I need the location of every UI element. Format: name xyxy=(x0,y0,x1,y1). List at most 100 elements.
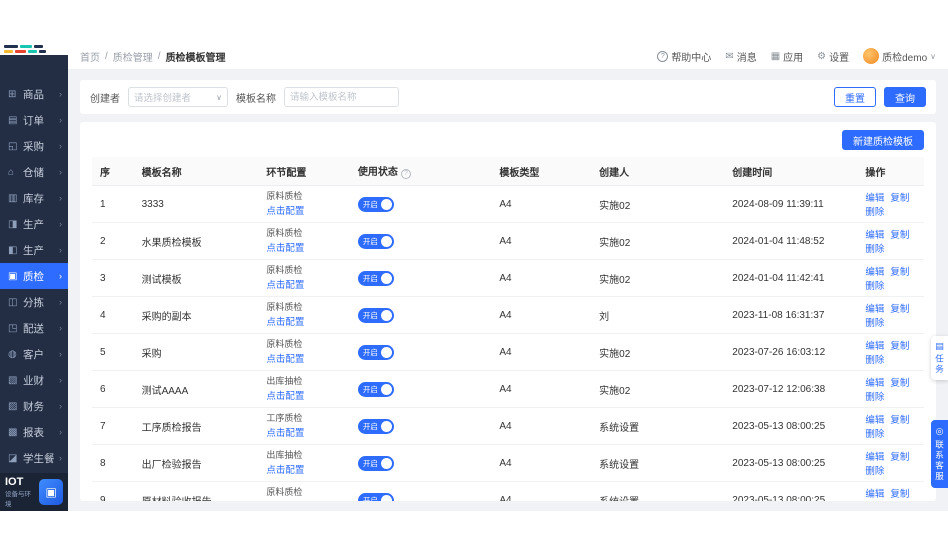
sidebar-item-orders[interactable]: ▤ 订单 › xyxy=(0,107,68,133)
configure-link[interactable]: 点击配置 xyxy=(266,317,304,328)
inspection-icon: ▣ xyxy=(8,270,18,282)
delete-link[interactable]: 删除 xyxy=(865,207,884,218)
edit-link[interactable]: 编辑 xyxy=(865,452,884,463)
created-time-cell: 2023-05-13 08:00:25 xyxy=(724,481,858,501)
help-center-label: 帮助中心 xyxy=(671,52,712,64)
status-toggle[interactable]: 开启 xyxy=(357,344,394,360)
sidebar-item-production[interactable]: ◨ 生产 › xyxy=(0,211,68,237)
creator-select[interactable]: 请选择创建者 ∨ xyxy=(128,87,228,107)
delete-link[interactable]: 删除 xyxy=(865,355,884,366)
configure-link[interactable]: 点击配置 xyxy=(266,391,304,402)
status-toggle[interactable]: 开启 xyxy=(357,270,394,286)
settings-button[interactable]: ⚙ 设置 xyxy=(817,49,849,64)
status-toggle[interactable]: 开启 xyxy=(357,307,394,323)
edit-link[interactable]: 编辑 xyxy=(865,193,884,204)
configure-link[interactable]: 点击配置 xyxy=(266,428,304,439)
sidebar-menu: ⊞ 商品 › ▤ 订单 › ◱ 采购 › ⌂ 仓储 › ▥ 库存 › ◨ 生产 … xyxy=(0,55,68,473)
stage-name: 原料质检 xyxy=(266,228,303,239)
production2-icon: ◧ xyxy=(8,244,18,256)
edit-link[interactable]: 编辑 xyxy=(865,304,884,315)
new-template-button[interactable]: 新建质检模板 xyxy=(842,130,924,150)
tasks-float-button[interactable]: ▤ 任务 xyxy=(931,336,948,380)
sidebar-item-warehouse[interactable]: ⌂ 仓储 › xyxy=(0,159,68,185)
copy-link[interactable]: 复制 xyxy=(890,452,909,463)
edit-link[interactable]: 编辑 xyxy=(865,341,884,352)
column-header: 使用状态? xyxy=(349,157,492,186)
created-time-cell: 2024-08-09 11:39:11 xyxy=(724,185,858,223)
status-toggle[interactable]: 开启 xyxy=(357,455,394,471)
copy-link[interactable]: 复制 xyxy=(890,230,909,241)
delete-link[interactable]: 删除 xyxy=(865,318,884,329)
status-toggle[interactable]: 开启 xyxy=(357,492,394,501)
sidebar-item-label: 学生餐 xyxy=(23,452,55,465)
breadcrumb-section[interactable]: 质检管理 xyxy=(113,49,153,64)
copy-link[interactable]: 复制 xyxy=(890,415,909,426)
delete-link[interactable]: 删除 xyxy=(865,244,884,255)
template-type-cell: A4 xyxy=(491,296,592,334)
sidebar-item-finance[interactable]: ▨ 财务 › xyxy=(0,393,68,419)
sidebar-item-sorting[interactable]: ◫ 分拣 › xyxy=(0,289,68,315)
toggle-knob xyxy=(380,309,392,321)
delete-link[interactable]: 删除 xyxy=(865,392,884,403)
sidebar-item-reports[interactable]: ▩ 报表 › xyxy=(0,419,68,445)
search-button[interactable]: 查询 xyxy=(884,87,926,107)
copy-link[interactable]: 复制 xyxy=(890,378,909,389)
sidebar-item-delivery[interactable]: ◳ 配送 › xyxy=(0,315,68,341)
edit-link[interactable]: 编辑 xyxy=(865,415,884,426)
breadcrumb-separator: / xyxy=(105,50,108,62)
status-toggle[interactable]: 开启 xyxy=(357,418,394,434)
reset-button[interactable]: 重置 xyxy=(834,87,876,107)
sidebar-item-purchase[interactable]: ◱ 采购 › xyxy=(0,133,68,159)
table-card: 新建质检模板 序模板名称 环节配置 使用状态? 模板类型 创建人 创建时间 操作 1 333… xyxy=(80,122,936,501)
status-toggle[interactable]: 开启 xyxy=(357,233,394,249)
contact-support-label: 联系客服 xyxy=(934,440,945,482)
copy-link[interactable]: 复制 xyxy=(890,304,909,315)
table-row: 9 原材料验收报告 原料质检 点击配置 开启 A4 系统设置 2023-05-1… xyxy=(92,481,924,501)
sidebar-item-inspection[interactable]: ▣ 质检 › xyxy=(0,263,68,289)
edit-link[interactable]: 编辑 xyxy=(865,230,884,241)
help-center-button[interactable]: ? 帮助中心 xyxy=(657,49,711,64)
sidebar-item-label: 分拣 xyxy=(23,296,44,309)
delete-link[interactable]: 删除 xyxy=(865,281,884,292)
configure-link[interactable]: 点击配置 xyxy=(266,354,304,365)
edit-link[interactable]: 编辑 xyxy=(865,267,884,278)
status-toggle[interactable]: 开启 xyxy=(357,196,394,212)
configure-link[interactable]: 点击配置 xyxy=(266,465,304,476)
delivery-icon: ◳ xyxy=(8,322,18,334)
chevron-right-icon: › xyxy=(59,427,62,437)
copy-link[interactable]: 复制 xyxy=(890,193,909,204)
sidebar-item-label: 配送 xyxy=(23,322,44,335)
sidebar-item-meals[interactable]: ◪ 学生餐 › xyxy=(0,445,68,471)
configure-link[interactable]: 点击配置 xyxy=(266,243,304,254)
copy-link[interactable]: 复制 xyxy=(890,489,909,500)
sidebar-item-production2[interactable]: ◧ 生产 › xyxy=(0,237,68,263)
template-name-cell: 原材料验收报告 xyxy=(133,481,259,501)
configure-link[interactable]: 点击配置 xyxy=(266,206,304,217)
edit-link[interactable]: 编辑 xyxy=(865,378,884,389)
sidebar-item-inventory[interactable]: ▥ 库存 › xyxy=(0,185,68,211)
column-header: 环节配置 xyxy=(258,157,350,186)
message-icon: ✉ xyxy=(725,50,734,62)
template-name-input[interactable] xyxy=(284,87,399,107)
sidebar-item-goods[interactable]: ⊞ 商品 › xyxy=(0,81,68,107)
sidebar-item-bizfinance[interactable]: ▧ 业财 › xyxy=(0,367,68,393)
contact-support-float-button[interactable]: ◎ 联系客服 xyxy=(931,420,948,488)
status-toggle[interactable]: 开启 xyxy=(357,381,394,397)
edit-link[interactable]: 编辑 xyxy=(865,489,884,500)
question-circle-icon[interactable]: ? xyxy=(400,169,411,179)
apps-label: 应用 xyxy=(783,52,804,64)
created-time-cell: 2023-05-13 08:00:25 xyxy=(724,444,858,482)
copy-link[interactable]: 复制 xyxy=(890,267,909,278)
sidebar-item-label: 订单 xyxy=(23,114,44,127)
messages-button[interactable]: ✉ 消息 xyxy=(725,49,756,64)
sidebar-item-customers[interactable]: ◍ 客户 › xyxy=(0,341,68,367)
breadcrumb-home[interactable]: 首页 xyxy=(80,49,100,64)
delete-link[interactable]: 删除 xyxy=(865,466,884,477)
copy-link[interactable]: 复制 xyxy=(890,341,909,352)
user-menu[interactable]: 质检demo ∨ xyxy=(863,48,936,64)
apps-button[interactable]: ▦ 应用 xyxy=(771,49,803,64)
stage-name: 原料质检 xyxy=(266,302,303,313)
logo-bar xyxy=(4,50,13,53)
configure-link[interactable]: 点击配置 xyxy=(266,280,304,291)
delete-link[interactable]: 删除 xyxy=(865,429,884,440)
